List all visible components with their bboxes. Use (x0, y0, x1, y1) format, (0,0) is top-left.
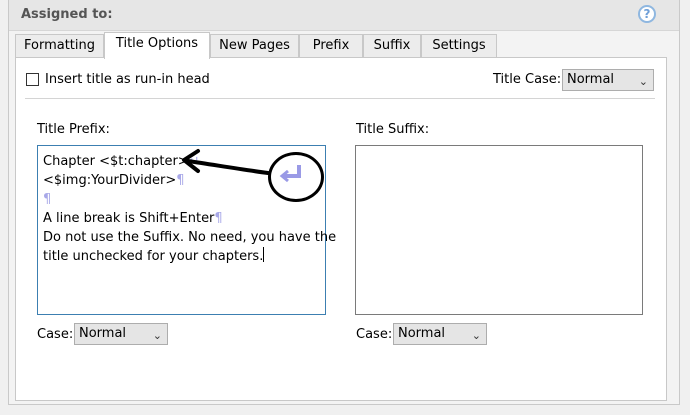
annotation-arrow-icon (182, 149, 270, 175)
return-glyph-icon (279, 165, 301, 183)
tab-title-options[interactable]: Title Options (104, 32, 210, 59)
